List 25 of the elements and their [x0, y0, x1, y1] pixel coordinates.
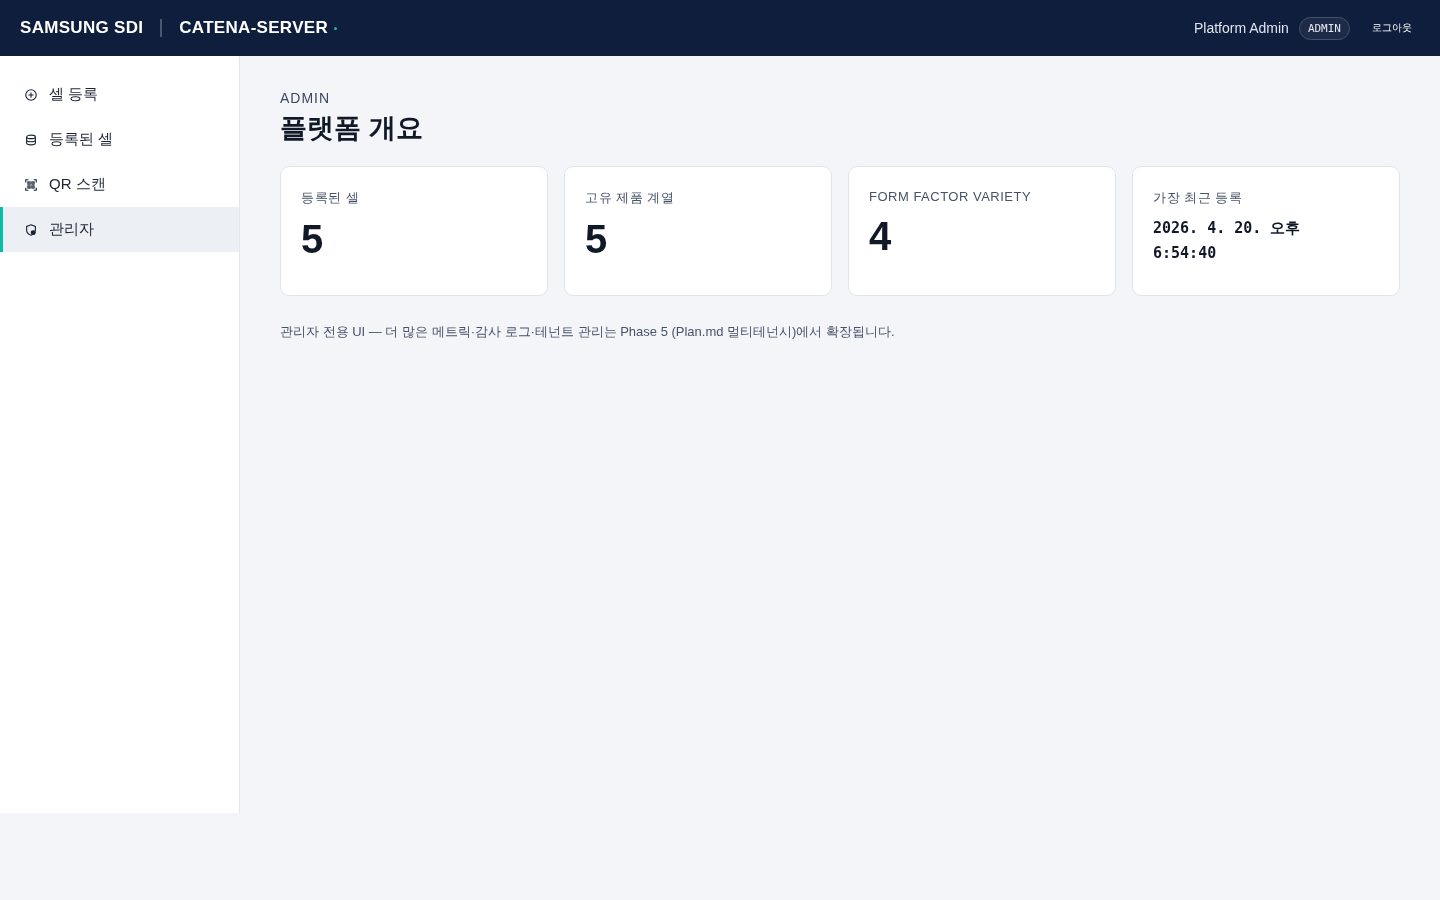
role-badge: ADMIN — [1298, 16, 1350, 40]
sidebar-item[interactable]: 등록된 셀 — [0, 117, 239, 162]
stat-timestamp: 2026. 4. 20. 오후 6:54:40 — [1153, 218, 1302, 264]
database-icon — [24, 132, 38, 147]
brand-logo: SAMSUNG SDI — [20, 18, 144, 38]
stat-value: 5 — [301, 217, 324, 261]
page-title: 플랫폼 개요 — [280, 112, 424, 145]
stat-label: 가장 최근 등록 — [1153, 189, 1244, 207]
sidebar-item[interactable]: 관리자 — [0, 207, 239, 252]
stat-value: 5 — [585, 217, 608, 261]
info-note: 관리자 전용 UI — 더 많은 메트릭·감사 로그·테넌트 관리는 Phase 5 (Plan.md 멀티테넌시)에서 확장됩니다. — [280, 323, 895, 341]
product-name: CATENA-SERVER — [179, 18, 328, 38]
page-eyebrow: ADMIN — [280, 90, 332, 106]
stat-label: 고유 제품 계열 — [585, 189, 676, 207]
logout-button[interactable]: 로그아웃 — [1366, 17, 1418, 39]
shield-icon — [24, 222, 38, 237]
qr-scan-icon — [24, 177, 38, 192]
stat-label: 등록된 셀 — [301, 189, 361, 207]
sidebar-item[interactable]: 셀 등록 — [0, 72, 239, 117]
stat-label: FORM FACTOR VARIETY — [869, 189, 1033, 204]
stat-value: 4 — [869, 214, 892, 258]
plus-circle-icon — [24, 87, 38, 102]
user-name: Platform Admin — [1193, 20, 1289, 36]
sidebar-item[interactable]: QR 스캔 — [0, 162, 239, 207]
status-dot — [334, 26, 337, 30]
